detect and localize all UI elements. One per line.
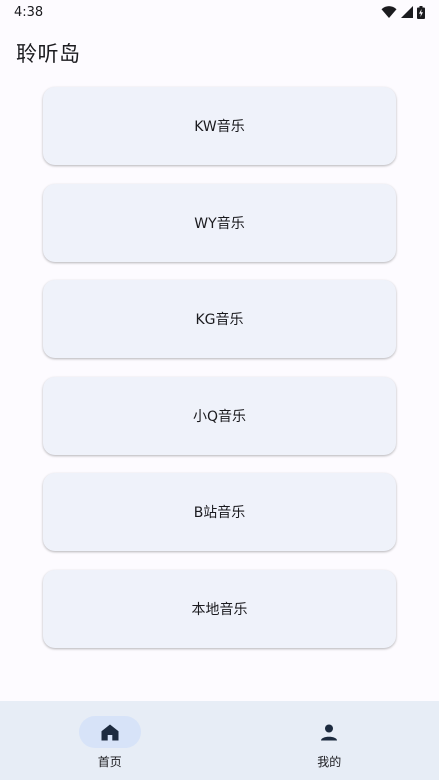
source-card-label: KG音乐	[195, 312, 244, 329]
source-card-local[interactable]: 本地音乐	[43, 569, 396, 648]
music-source-list: KW音乐 WY音乐 KG音乐 小Q音乐 B站音乐 本地音乐	[43, 87, 396, 667]
status-bar: 4:38	[0, 0, 439, 24]
nav-label-home: 首页	[97, 755, 122, 769]
source-card-label: WY音乐	[194, 215, 245, 232]
app-title: 聆听岛	[16, 42, 81, 66]
signal-icon	[401, 6, 413, 18]
source-card-label: KW音乐	[194, 119, 245, 135]
source-card-kg[interactable]: KG音乐	[43, 280, 396, 359]
home-icon	[101, 724, 119, 740]
nav-active-indicator	[78, 716, 141, 748]
nav-icon-container	[298, 716, 360, 748]
wifi-icon	[381, 6, 397, 18]
battery-charging-icon	[417, 5, 425, 19]
source-card-label: B站音乐	[193, 505, 246, 522]
person-icon	[321, 724, 338, 740]
status-icons	[381, 5, 425, 19]
nav-item-home[interactable]: 首页	[0, 701, 220, 780]
source-card-xiaoq[interactable]: 小Q音乐	[43, 376, 396, 455]
nav-label-profile: 我的	[317, 755, 342, 769]
status-time: 4:38	[14, 4, 44, 20]
source-card-bilibili[interactable]: B站音乐	[43, 473, 396, 552]
source-card-label: 本地音乐	[191, 601, 248, 618]
source-card-label: 小Q音乐	[192, 408, 247, 425]
source-card-kw[interactable]: KW音乐	[43, 87, 396, 165]
nav-item-profile[interactable]: 我的	[220, 701, 439, 780]
bottom-navigation: 首页 我的	[0, 701, 439, 780]
source-card-wy[interactable]: WY音乐	[43, 183, 396, 262]
